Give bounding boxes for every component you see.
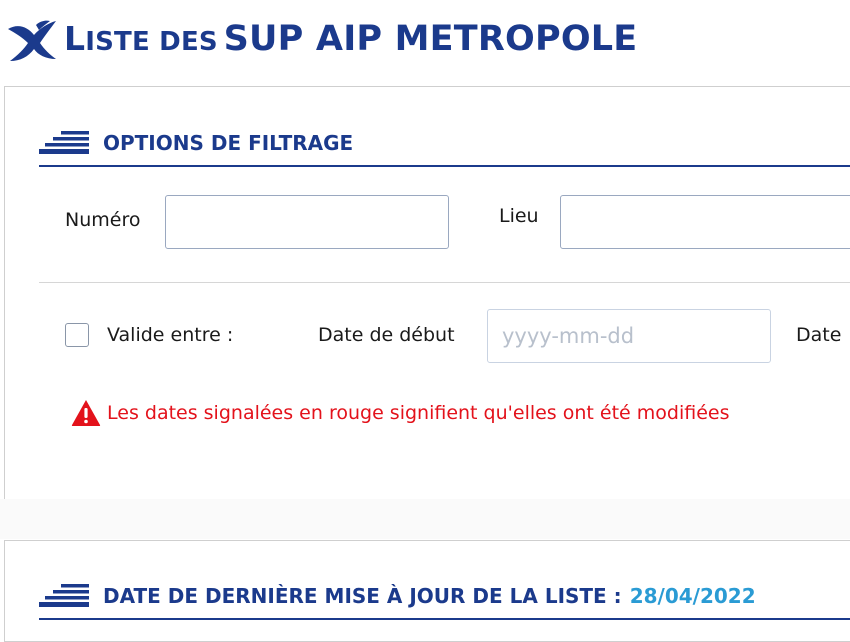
panel-gap — [0, 499, 850, 539]
lieu-label: Lieu — [499, 205, 539, 227]
filter-panel: OPTIONS DE FILTRAGE Numéro Lieu Valide e… — [4, 86, 850, 500]
warning-text: Les dates signalées en rouge signifient … — [107, 402, 730, 424]
update-label: DATE DE DERNIÈRE MISE À JOUR DE LA LISTE… — [103, 584, 622, 608]
title-small-caps: ISTE DES — [85, 27, 218, 57]
valid-between-label: Valide entre : — [107, 324, 234, 346]
last-update-panel: DATE DE DERNIÈRE MISE À JOUR DE LA LISTE… — [4, 540, 850, 642]
start-date-label: Date de début — [318, 324, 455, 346]
bird-logo-icon — [8, 20, 56, 61]
title-first-letter: L — [64, 19, 86, 58]
page-title: LISTE DES SUP AIP METROPOLE — [6, 14, 637, 64]
numero-label: Numéro — [65, 209, 141, 231]
start-date-input[interactable] — [500, 323, 772, 349]
filter-section-header: OPTIONS DE FILTRAGE — [39, 125, 850, 167]
warning-triangle-icon — [71, 400, 101, 426]
date-warning: Les dates signalées en rouge signifient … — [71, 399, 730, 427]
filter-divider — [39, 282, 850, 283]
valid-between-checkbox[interactable] — [65, 323, 89, 347]
update-section-title: DATE DE DERNIÈRE MISE À JOUR DE LA LISTE… — [103, 584, 756, 608]
filter-section-title: OPTIONS DE FILTRAGE — [103, 131, 354, 155]
stack-lines-icon — [39, 584, 89, 607]
lieu-input[interactable] — [560, 195, 850, 249]
page-title-text: LISTE DES SUP AIP METROPOLE — [64, 19, 637, 59]
numero-input[interactable] — [165, 195, 449, 249]
start-date-field[interactable] — [487, 309, 772, 363]
end-date-label: Date — [796, 324, 842, 346]
title-main: SUP AIP METROPOLE — [223, 19, 638, 59]
update-section-header: DATE DE DERNIÈRE MISE À JOUR DE LA LISTE… — [39, 578, 850, 620]
stack-lines-icon — [39, 131, 89, 154]
update-date: 28/04/2022 — [629, 584, 756, 608]
